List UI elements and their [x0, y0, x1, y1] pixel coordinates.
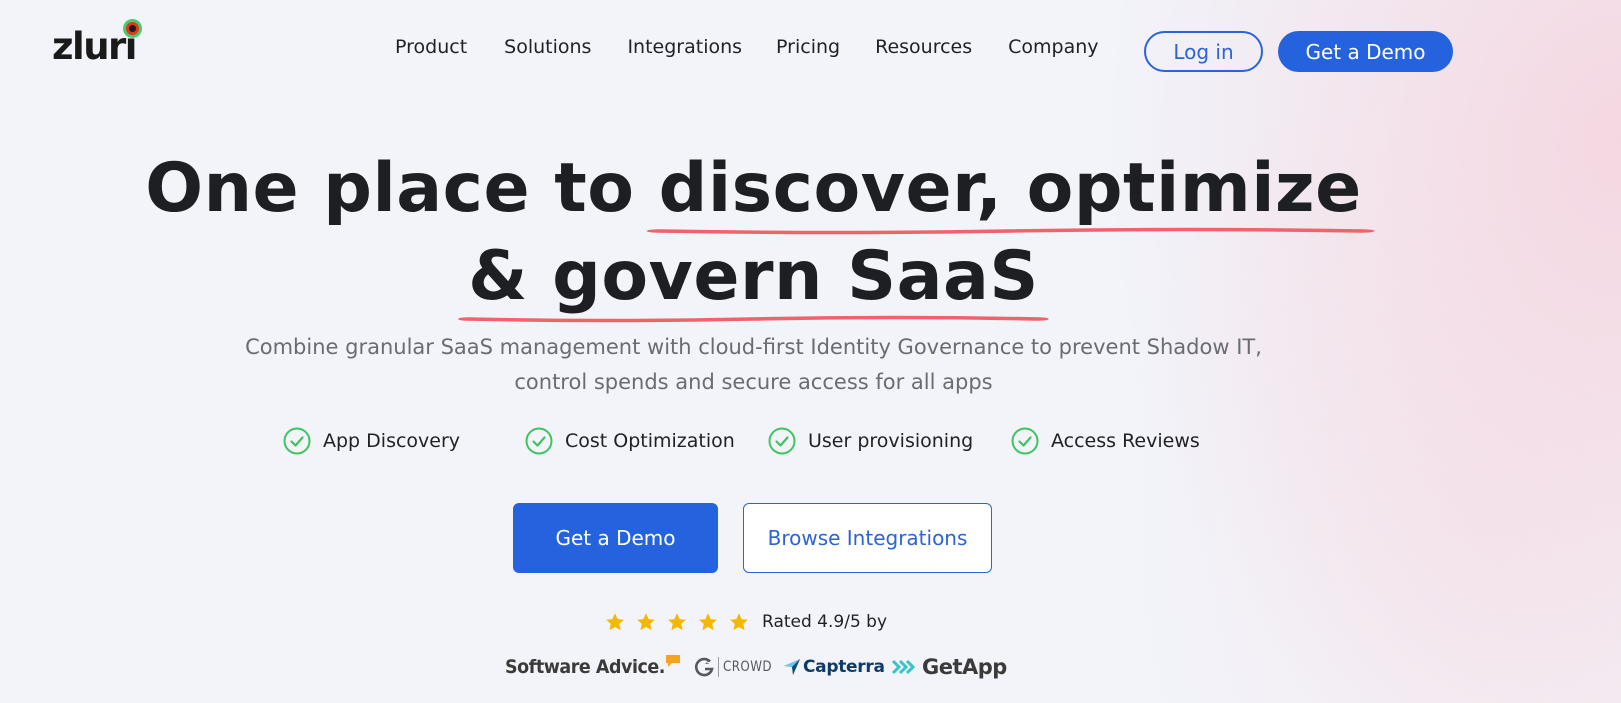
red-underline-icon [458, 315, 1049, 323]
star-rating [604, 611, 750, 633]
zluri-logo[interactable]: zluri [52, 22, 139, 68]
star-icon [668, 613, 686, 631]
check-circle-icon [768, 427, 796, 455]
nav-item-integrations[interactable]: Integrations [627, 36, 742, 58]
get-demo-button[interactable]: Get a Demo [513, 503, 718, 573]
rating-text: Rated 4.9/5 by [762, 612, 888, 632]
headline-highlight-1: discover, optimize [646, 145, 1375, 235]
g2-icon: 2 [694, 657, 714, 677]
feature-item: User provisioning [768, 427, 973, 455]
speech-bubble-icon [665, 655, 680, 667]
headline-part-1: One place to [145, 149, 659, 228]
headline-highlight-1-text: discover, optimize [658, 149, 1362, 228]
getapp-logo: GetApp [891, 655, 1007, 679]
getapp-text: GetApp [922, 655, 1007, 679]
check-circle-icon [1011, 427, 1039, 455]
star-icon [606, 613, 624, 631]
hero-headline: One place to discover, optimize & govern… [0, 145, 1507, 323]
star-icon [637, 613, 655, 631]
feature-label: Cost Optimization [565, 430, 735, 452]
capterra-arrow-icon [784, 659, 800, 675]
rating: Rated 4.9/5 by [604, 611, 887, 633]
nav-item-product[interactable]: Product [395, 36, 467, 58]
hero-subtitle: Combine granular SaaS management with cl… [245, 335, 1262, 394]
review-site-logos: Software Advice. 2 CROWD Capterra GetApp [505, 655, 1007, 679]
capterra-text: Capterra [803, 657, 885, 677]
feature-label: App Discovery [323, 430, 461, 452]
software-advice-logo: Software Advice. [505, 655, 695, 678]
feature-list: App Discovery Cost Optimization User pro… [0, 427, 1621, 463]
star-icon [699, 613, 717, 631]
star-icon [730, 613, 748, 631]
main-nav: Product Solutions Integrations Pricing R… [395, 36, 1099, 58]
g2-crowd-logo: 2 CROWD [693, 656, 783, 678]
headline-highlight-2-text: & govern SaaS [468, 237, 1039, 316]
header-get-demo-button[interactable]: Get a Demo [1278, 31, 1453, 72]
g2-divider [718, 657, 719, 677]
feature-item: Access Reviews [1011, 427, 1200, 455]
capterra-logo: Capterra [783, 657, 891, 677]
headline-highlight-2: & govern SaaS [458, 233, 1049, 323]
logo-dot-icon [126, 22, 139, 35]
nav-item-company[interactable]: Company [1008, 36, 1098, 58]
feature-label: Access Reviews [1051, 430, 1200, 452]
browse-integrations-button[interactable]: Browse Integrations [743, 503, 992, 573]
svg-text:2: 2 [705, 658, 709, 666]
feature-item: Cost Optimization [525, 427, 735, 455]
software-advice-text: Software Advice. [505, 656, 665, 678]
check-circle-icon [283, 427, 311, 455]
g2-crowd-text: CROWD [723, 659, 773, 675]
nav-item-solutions[interactable]: Solutions [504, 36, 591, 58]
logo-text: zluri [52, 25, 138, 68]
nav-item-pricing[interactable]: Pricing [776, 36, 840, 58]
check-circle-icon [525, 427, 553, 455]
feature-label: User provisioning [808, 430, 974, 452]
getapp-chevrons-icon [891, 659, 916, 675]
nav-item-resources[interactable]: Resources [875, 36, 972, 58]
feature-item: App Discovery [283, 427, 460, 455]
login-button[interactable]: Log in [1144, 31, 1263, 72]
